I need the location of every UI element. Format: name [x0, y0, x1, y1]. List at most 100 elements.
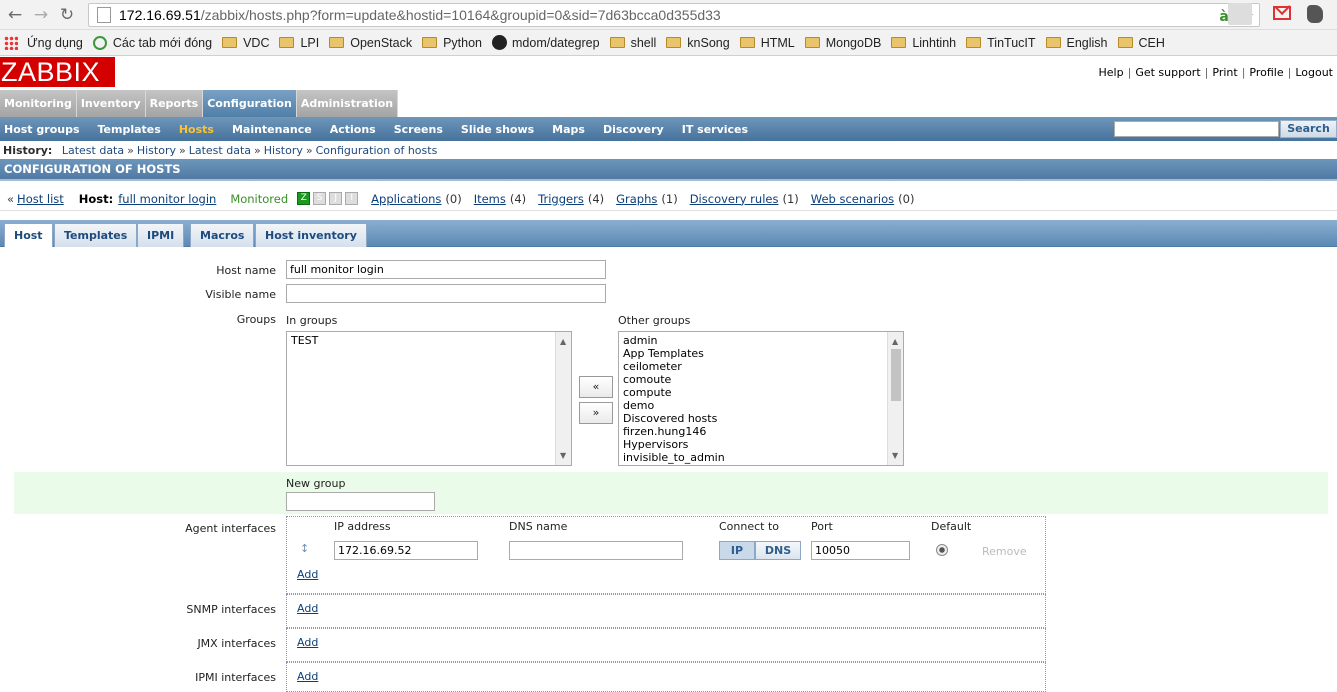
submenu-maps[interactable]: Maps	[548, 123, 592, 136]
print-link[interactable]: Print	[1212, 66, 1237, 79]
bookmark-apps[interactable]: Ứng dụng	[4, 35, 83, 50]
submenu-discovery[interactable]: Discovery	[599, 123, 671, 136]
forward-icon[interactable]: →	[30, 4, 52, 26]
bookmark-knsong[interactable]: knSong	[666, 36, 730, 50]
triggers-link[interactable]: Triggers	[538, 192, 584, 206]
submenu-it-services[interactable]: IT services	[678, 123, 755, 136]
remove-button[interactable]: Remove	[982, 545, 1027, 558]
applications-link[interactable]: Applications	[371, 192, 441, 206]
list-item[interactable]: admin	[623, 334, 899, 347]
bookmark-mongodb[interactable]: MongoDB	[804, 36, 881, 50]
add-ipmi-interface-link[interactable]: Add	[297, 670, 318, 683]
in-groups-list[interactable]: TEST ▲ ▼	[286, 331, 572, 466]
status-badge[interactable]: Monitored	[230, 192, 288, 206]
list-item[interactable]: Discovered hosts	[623, 412, 899, 425]
list-item[interactable]: ceilometer	[623, 360, 899, 373]
add-agent-interface-link[interactable]: Add	[297, 568, 318, 581]
submenu-templates[interactable]: Templates	[94, 123, 168, 136]
history-link[interactable]: History	[137, 144, 176, 157]
address-bar[interactable]: 172.16.69.51/zabbix/hosts.php?form=updat…	[88, 3, 1260, 27]
visible-name-input[interactable]	[286, 284, 606, 303]
list-item[interactable]: TEST	[291, 334, 567, 347]
scrollbar-thumb[interactable]	[891, 349, 901, 401]
add-snmp-interface-link[interactable]: Add	[297, 602, 318, 615]
bookmark-openstack[interactable]: OpenStack	[329, 36, 412, 50]
bookmark-english[interactable]: English	[1045, 36, 1108, 50]
discovery-rules-link[interactable]: Discovery rules	[690, 192, 779, 206]
submenu-slide-shows[interactable]: Slide shows	[457, 123, 541, 136]
connect-dns-button[interactable]: DNS	[755, 541, 801, 560]
submenu-actions[interactable]: Actions	[326, 123, 383, 136]
history-link[interactable]: Configuration of hosts	[316, 144, 438, 157]
bookmark-shell[interactable]: shell	[609, 36, 656, 50]
port-input[interactable]: 10050	[811, 541, 910, 560]
other-groups-list[interactable]: admin App Templates ceilometer comoute c…	[618, 331, 904, 466]
bookmark-recent-tabs[interactable]: Các tab mới đóng	[92, 35, 212, 50]
menu-monitoring[interactable]: Monitoring	[0, 90, 77, 117]
reload-icon[interactable]: ↻	[56, 4, 78, 26]
menu-reports[interactable]: Reports	[145, 90, 204, 117]
list-item[interactable]: comoute	[623, 373, 899, 386]
gmail-icon[interactable]	[1273, 6, 1291, 20]
bookmark-ceh[interactable]: CEH	[1117, 36, 1165, 50]
scrollbar[interactable]: ▲ ▼	[555, 332, 571, 465]
move-left-button[interactable]: «	[579, 376, 613, 398]
bookmark-html[interactable]: HTML	[739, 36, 795, 50]
bookmark-lpi[interactable]: LPI	[279, 36, 319, 50]
history-link[interactable]: History	[264, 144, 303, 157]
bookmark-tintucit[interactable]: TinTucIT	[966, 36, 1036, 50]
submenu-screens[interactable]: Screens	[390, 123, 450, 136]
connect-ip-button[interactable]: IP	[719, 541, 755, 560]
evernote-icon[interactable]	[1307, 5, 1323, 23]
folder-icon	[666, 37, 682, 48]
bookmark-linhtinh[interactable]: Linhtinh	[891, 36, 956, 50]
history-link[interactable]: Latest data	[189, 144, 251, 157]
url-text[interactable]: 172.16.69.51/zabbix/hosts.php?form=updat…	[119, 7, 721, 23]
sub-menu: Host groups Templates Hosts Maintenance …	[0, 117, 1337, 141]
tab-ipmi[interactable]: IPMI	[137, 223, 185, 247]
list-item[interactable]: invisible_to_admin	[623, 451, 899, 464]
submenu-maintenance[interactable]: Maintenance	[228, 123, 319, 136]
list-item[interactable]: demo	[623, 399, 899, 412]
history-link[interactable]: Latest data	[62, 144, 124, 157]
scrollbar[interactable]: ▲ ▼	[887, 332, 903, 465]
list-item[interactable]: App Templates	[623, 347, 899, 360]
list-item[interactable]: compute	[623, 386, 899, 399]
items-link[interactable]: Items	[474, 192, 506, 206]
submenu-host-groups[interactable]: Host groups	[0, 123, 87, 136]
search-input[interactable]	[1114, 121, 1279, 137]
list-item[interactable]: firzen.hung146	[623, 425, 899, 438]
profile-link[interactable]: Profile	[1249, 66, 1283, 79]
menu-configuration[interactable]: Configuration	[203, 90, 297, 117]
move-right-button[interactable]: »	[579, 402, 613, 424]
submenu-hosts[interactable]: Hosts	[175, 123, 221, 136]
tab-templates[interactable]: Templates	[54, 223, 138, 247]
help-link[interactable]: Help	[1099, 66, 1124, 79]
host-name-link[interactable]: full monitor login	[118, 192, 216, 206]
get-support-link[interactable]: Get support	[1135, 66, 1200, 79]
default-radio[interactable]	[936, 544, 948, 556]
list-item[interactable]: Hypervisors	[623, 438, 899, 451]
bookmark-dategrep[interactable]: mdom/dategrep	[492, 35, 600, 50]
drag-handle-icon[interactable]: ↕	[300, 542, 309, 555]
tab-macros[interactable]: Macros	[190, 223, 255, 247]
add-jmx-interface-link[interactable]: Add	[297, 636, 318, 649]
menu-administration[interactable]: Administration	[296, 90, 399, 117]
menu-inventory[interactable]: Inventory	[76, 90, 146, 117]
tab-host[interactable]: Host	[4, 223, 53, 247]
ip-address-input[interactable]: 172.16.69.52	[334, 541, 478, 560]
back-icon[interactable]: ←	[4, 4, 26, 26]
bookmark-python[interactable]: Python	[422, 36, 482, 50]
logout-link[interactable]: Logout	[1295, 66, 1333, 79]
tab-host-inventory[interactable]: Host inventory	[255, 223, 367, 247]
host-name-input[interactable]: full monitor login	[286, 260, 606, 279]
bookmark-vdc[interactable]: VDC	[222, 36, 269, 50]
search-button[interactable]: Search	[1280, 120, 1337, 138]
download-icon[interactable]	[1228, 3, 1252, 25]
web-scenarios-link[interactable]: Web scenarios	[811, 192, 894, 206]
zabbix-logo[interactable]: ZABBIX	[0, 57, 115, 87]
graphs-link[interactable]: Graphs	[616, 192, 657, 206]
dns-name-input[interactable]	[509, 541, 683, 560]
host-list-link[interactable]: Host list	[17, 192, 64, 206]
new-group-input[interactable]	[286, 492, 435, 511]
